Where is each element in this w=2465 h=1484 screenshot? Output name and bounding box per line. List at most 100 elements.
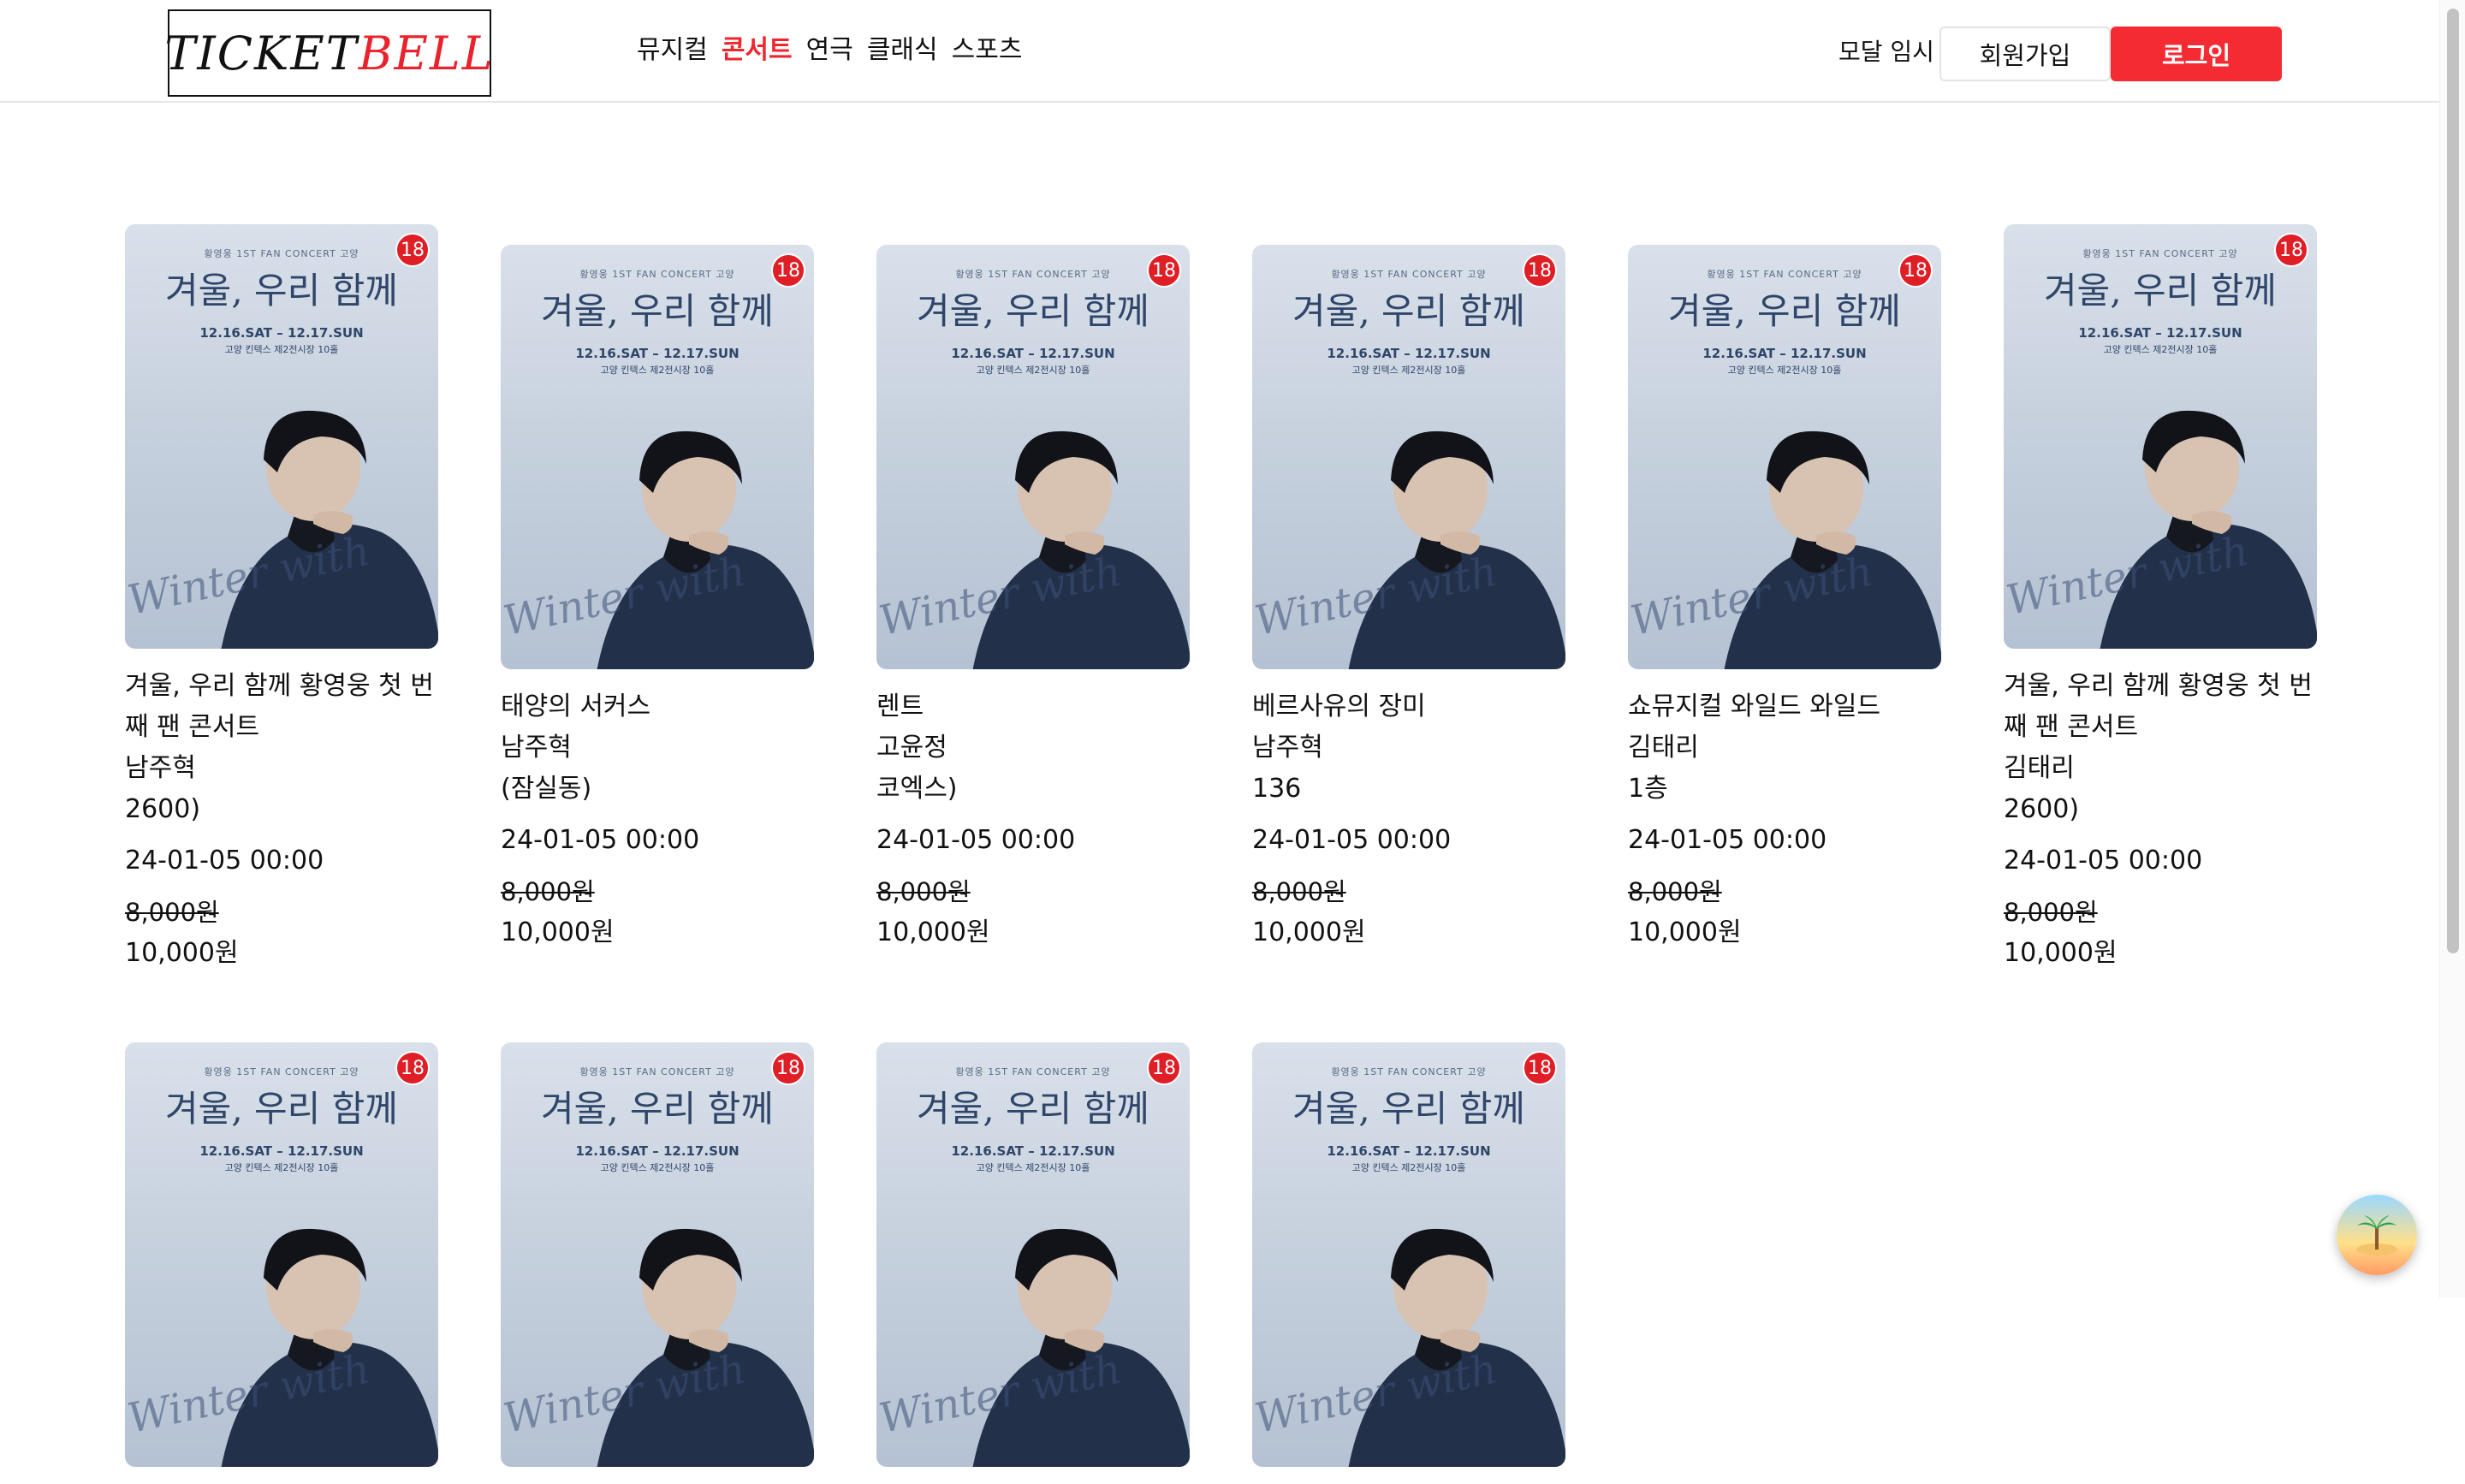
event-poster[interactable]: 황영웅 1ST FAN CONCERT 고양 겨울, 우리 함께 12.16.S… bbox=[876, 245, 1190, 669]
event-date: 24-01-05 00:00 bbox=[876, 825, 1076, 855]
event-card[interactable]: 황영웅 1ST FAN CONCERT 고양 겨울, 우리 함께 12.16.S… bbox=[876, 1042, 1190, 1484]
event-title: 태양의 서커스 bbox=[501, 692, 651, 721]
nav-item-sports[interactable]: 스포츠 bbox=[952, 31, 1023, 70]
sale-price: 10,000원 bbox=[2004, 938, 2118, 968]
age-rating-badge: 18 bbox=[1523, 253, 1557, 288]
poster-dates: 12.16.SAT – 12.17.SUN bbox=[2078, 325, 2242, 341]
age-rating-badge: 18 bbox=[1898, 253, 1933, 288]
poster-venue: 고양 킨텍스 제2전시장 10홀 bbox=[224, 344, 339, 355]
artist-photo bbox=[221, 410, 438, 649]
poster-dates: 12.16.SAT – 12.17.SUN bbox=[199, 1143, 364, 1159]
poster-title: 겨울, 우리 함께 bbox=[1292, 1088, 1525, 1130]
original-price: 8,000원 bbox=[1628, 877, 1722, 906]
event-detail-line: (잠실동) bbox=[501, 774, 592, 804]
poster-title: 겨울, 우리 함께 bbox=[917, 1088, 1149, 1130]
event-date: 24-01-05 00:00 bbox=[1252, 825, 1452, 855]
event-card[interactable]: 황영웅 1ST FAN CONCERT 고양 겨울, 우리 함께 12.16.S… bbox=[2004, 224, 2317, 974]
event-poster[interactable]: 황영웅 1ST FAN CONCERT 고양 겨울, 우리 함께 12.16.S… bbox=[876, 1042, 1190, 1467]
event-date: 24-01-05 00:00 bbox=[125, 846, 324, 876]
poster-dates: 12.16.SAT – 12.17.SUN bbox=[951, 1143, 1115, 1159]
site-header: TICKET BELL 뮤지컬 콘서트 연극 클래식 스포츠 모달 임시 회원가입… bbox=[0, 0, 2439, 103]
nav-item-musical[interactable]: 뮤지컬 bbox=[637, 31, 708, 70]
event-title: 베르사유의 장미 bbox=[1252, 692, 1426, 721]
scrollbar-thumb[interactable] bbox=[2447, 9, 2459, 953]
artist-photo bbox=[597, 1228, 814, 1467]
event-card[interactable]: 황영웅 1ST FAN CONCERT 고양 겨울, 우리 함께 12.16.S… bbox=[501, 224, 814, 974]
event-title: 렌트 bbox=[876, 692, 924, 721]
age-rating-badge: 18 bbox=[771, 253, 805, 288]
poster-subtitle: 황영웅 1ST FAN CONCERT 고양 bbox=[1331, 1066, 1487, 1077]
sale-price: 10,000원 bbox=[1252, 917, 1366, 947]
event-detail-line: 1층 bbox=[1628, 774, 1668, 804]
category-nav: 뮤지컬 콘서트 연극 클래식 스포츠 bbox=[637, 31, 1022, 70]
event-date: 24-01-05 00:00 bbox=[2004, 846, 2203, 876]
event-detail-line: 고윤정 bbox=[876, 733, 947, 763]
logo-text-bell: BELL bbox=[358, 26, 495, 80]
poster-venue: 고양 킨텍스 제2전시장 10홀 bbox=[976, 365, 1090, 376]
original-price: 8,000원 bbox=[2004, 898, 2098, 927]
page-scrollbar[interactable] bbox=[2439, 0, 2465, 1297]
poster-venue: 고양 킨텍스 제2전시장 10홀 bbox=[1727, 365, 1842, 376]
event-title: 겨울, 우리 함께 황영웅 첫 번 bbox=[2004, 671, 2313, 701]
event-poster[interactable]: 황영웅 1ST FAN CONCERT 고양 겨울, 우리 함께 12.16.S… bbox=[501, 245, 814, 669]
nav-item-classic[interactable]: 클래식 bbox=[867, 31, 938, 70]
event-info bbox=[876, 1467, 1190, 1484]
event-date: 24-01-05 00:00 bbox=[501, 825, 700, 855]
original-price: 8,000원 bbox=[501, 877, 595, 906]
poster-title: 겨울, 우리 함께 bbox=[1292, 290, 1525, 332]
original-price: 8,000원 bbox=[125, 898, 219, 927]
event-card[interactable]: 황영웅 1ST FAN CONCERT 고양 겨울, 우리 함께 12.16.S… bbox=[876, 224, 1190, 974]
age-rating-badge: 18 bbox=[1147, 253, 1181, 288]
artist-photo bbox=[1348, 430, 1565, 669]
poster-venue: 고양 킨텍스 제2전시장 10홀 bbox=[976, 1162, 1090, 1173]
event-card[interactable]: 황영웅 1ST FAN CONCERT 고양 겨울, 우리 함께 12.16.S… bbox=[501, 1042, 814, 1484]
event-detail-line: 2600) bbox=[125, 794, 201, 824]
poster-dates: 12.16.SAT – 12.17.SUN bbox=[951, 346, 1115, 361]
poster-title: 겨울, 우리 함께 bbox=[1668, 290, 1901, 332]
poster-title: 겨울, 우리 함께 bbox=[165, 1088, 398, 1130]
event-detail-line: 136 bbox=[1252, 774, 1302, 804]
login-button[interactable]: 로그인 bbox=[2111, 27, 2282, 81]
event-info: 쇼뮤지컬 와일드 와일드 김태리 1층 24-01-05 00:00 8,000원 10,… bbox=[1628, 669, 1941, 953]
original-price: 8,000원 bbox=[876, 877, 971, 906]
event-poster[interactable]: 황영웅 1ST FAN CONCERT 고양 겨울, 우리 함께 12.16.S… bbox=[1628, 245, 1941, 669]
poster-dates: 12.16.SAT – 12.17.SUN bbox=[1327, 1143, 1491, 1159]
poster-dates: 12.16.SAT – 12.17.SUN bbox=[575, 1143, 740, 1159]
event-info bbox=[501, 1467, 814, 1484]
poster-title: 겨울, 우리 함께 bbox=[541, 290, 774, 332]
beach-island-icon[interactable] bbox=[2337, 1195, 2417, 1275]
event-poster[interactable]: 황영웅 1ST FAN CONCERT 고양 겨울, 우리 함께 12.16.S… bbox=[2004, 224, 2317, 649]
poster-venue: 고양 킨텍스 제2전시장 10홀 bbox=[1351, 1162, 1466, 1173]
event-poster[interactable]: 황영웅 1ST FAN CONCERT 고양 겨울, 우리 함께 12.16.S… bbox=[1252, 245, 1565, 669]
artist-photo bbox=[221, 1228, 438, 1467]
event-poster[interactable]: 황영웅 1ST FAN CONCERT 고양 겨울, 우리 함께 12.16.S… bbox=[1252, 1042, 1565, 1467]
poster-title: 겨울, 우리 함께 bbox=[2044, 270, 2277, 312]
event-detail-line: 코엑스) bbox=[876, 774, 958, 804]
event-detail-line: 김태리 bbox=[2004, 753, 2075, 783]
event-detail-line: 남주혁 bbox=[501, 733, 572, 763]
event-detail-line: 째 팬 콘서트 bbox=[125, 712, 260, 742]
event-card[interactable]: 황영웅 1ST FAN CONCERT 고양 겨울, 우리 함께 12.16.S… bbox=[1252, 1042, 1565, 1484]
sale-price: 10,000원 bbox=[125, 938, 239, 968]
event-poster[interactable]: 황영웅 1ST FAN CONCERT 고양 겨울, 우리 함께 12.16.S… bbox=[501, 1042, 814, 1467]
event-detail-line: 째 팬 콘서트 bbox=[2004, 712, 2139, 742]
event-info bbox=[125, 1467, 438, 1484]
poster-venue: 고양 킨텍스 제2전시장 10홀 bbox=[224, 1162, 339, 1173]
event-poster[interactable]: 황영웅 1ST FAN CONCERT 고양 겨울, 우리 함께 12.16.S… bbox=[125, 1042, 438, 1467]
event-info: 겨울, 우리 함께 황영웅 첫 번째 팬 콘서트 김태리 2600) 24-01-05… bbox=[2004, 649, 2317, 974]
event-card[interactable]: 황영웅 1ST FAN CONCERT 고양 겨울, 우리 함께 12.16.S… bbox=[1628, 224, 1941, 974]
poster-venue: 고양 킨텍스 제2전시장 10홀 bbox=[2103, 344, 2218, 355]
event-card[interactable]: 황영웅 1ST FAN CONCERT 고양 겨울, 우리 함께 12.16.S… bbox=[1252, 224, 1565, 974]
poster-subtitle: 황영웅 1ST FAN CONCERT 고양 bbox=[2082, 248, 2238, 259]
nav-item-concert[interactable]: 콘서트 bbox=[722, 31, 793, 70]
nav-item-play[interactable]: 연극 bbox=[806, 31, 853, 70]
site-logo[interactable]: TICKET BELL bbox=[164, 9, 493, 97]
signup-button[interactable]: 회원가입 bbox=[1939, 27, 2111, 81]
poster-subtitle: 황영웅 1ST FAN CONCERT 고양 bbox=[955, 1066, 1111, 1077]
sale-price: 10,000원 bbox=[1628, 917, 1742, 947]
event-card[interactable]: 황영웅 1ST FAN CONCERT 고양 겨울, 우리 함께 12.16.S… bbox=[125, 224, 438, 974]
poster-dates: 12.16.SAT – 12.17.SUN bbox=[199, 325, 364, 341]
event-card[interactable]: 황영웅 1ST FAN CONCERT 고양 겨울, 우리 함께 12.16.S… bbox=[125, 1042, 438, 1484]
event-poster[interactable]: 황영웅 1ST FAN CONCERT 고양 겨울, 우리 함께 12.16.S… bbox=[125, 224, 438, 649]
modal-temp-link[interactable]: 모달 임시 bbox=[1838, 33, 1934, 72]
